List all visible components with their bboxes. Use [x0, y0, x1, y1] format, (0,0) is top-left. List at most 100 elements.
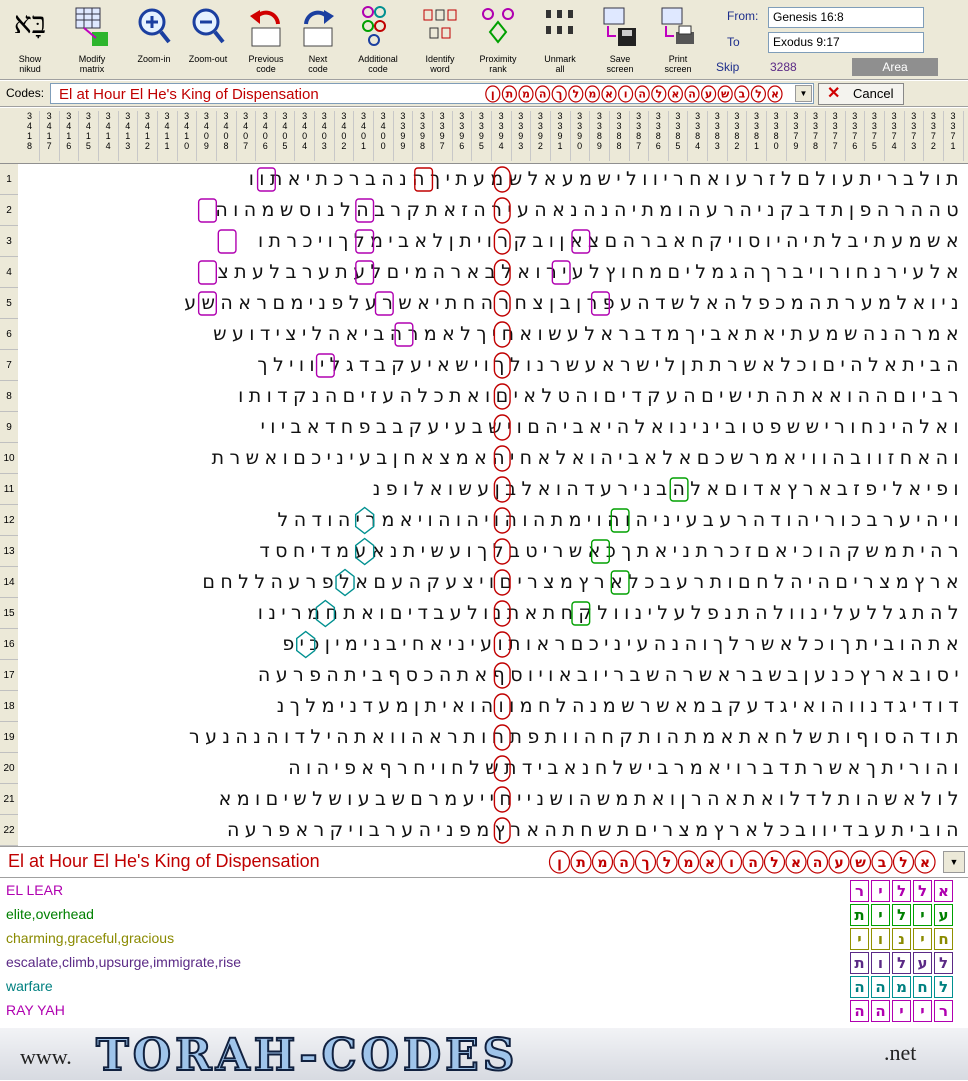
column-number: 3 4 0 4: [295, 111, 316, 161]
cancel-label: Cancel: [853, 86, 894, 101]
column-number: 3 3 8 0: [767, 111, 787, 161]
code-letter: מ: [522, 88, 530, 101]
legend-letter: ת: [850, 952, 869, 974]
code-letter: ה: [688, 88, 696, 101]
legend-letter: א: [934, 880, 953, 902]
legend-letter: ל: [934, 976, 953, 998]
additional-code-button[interactable]: Additional code: [350, 2, 406, 78]
column-number: 3 3 8 9: [590, 111, 610, 161]
legend-letter: ו: [871, 952, 890, 974]
term-letter-marker: [610, 508, 630, 533]
column-number: 3 4 1 4: [99, 111, 119, 161]
code-letter: ך: [556, 88, 562, 101]
term-letter-marker: [354, 537, 375, 566]
term-letter-marker: [217, 229, 237, 254]
column-number: 3 3 8 3: [708, 111, 728, 161]
letter-matrix: 1 תולבריתעולםלזרעואחריוולישמעאלשמעתיךהנהב…: [0, 164, 968, 846]
print-screen-button[interactable]: Print screen: [650, 2, 706, 78]
banner-net: .net: [884, 1040, 917, 1065]
legend-term[interactable]: EL LEAR: [6, 882, 63, 898]
area-button[interactable]: Area: [852, 58, 938, 76]
code-letter: מ: [597, 855, 607, 871]
zoom-in-button[interactable]: Zoom-in: [126, 2, 182, 78]
save-screen-button[interactable]: Save screen: [592, 2, 648, 78]
identify-word-button[interactable]: Identify word: [412, 2, 468, 78]
legend-letter: ר: [934, 1000, 953, 1022]
from-field[interactable]: Genesis 16:8: [768, 7, 924, 28]
code-letter: מ: [683, 855, 693, 871]
code-letter: ה: [539, 88, 547, 101]
column-number: 3 4 0 9: [197, 111, 217, 161]
legend-term[interactable]: elite,overhead: [6, 906, 94, 922]
close-icon: ✕: [827, 85, 841, 102]
term-letter-marker: [610, 570, 630, 595]
column-number: 3 3 8 2: [727, 111, 748, 161]
term-letter-marker: [354, 506, 375, 535]
code-letter: ב: [878, 855, 887, 871]
column-number: 3 3 9 0: [570, 111, 591, 161]
code-letter-marker: [493, 507, 511, 534]
code-letter: א: [920, 855, 930, 871]
code-letter: ל: [663, 855, 671, 871]
previous-code-button[interactable]: Previous code: [238, 2, 294, 78]
code-letter: ש: [721, 88, 730, 101]
chevron-down-icon[interactable]: ▼: [943, 851, 965, 873]
legend-hebrew-word: לחמהה: [848, 976, 953, 998]
column-number: 3 3 9 8: [413, 111, 433, 161]
column-number: 3 3 7 3: [904, 111, 925, 161]
column-number: 3 4 1 5: [79, 111, 99, 161]
column-number: 3 3 7 6: [845, 111, 866, 161]
code-letter: ה: [638, 88, 646, 101]
column-number: 3 3 8 6: [649, 111, 669, 161]
proximity-rank-label: Proximity rank: [479, 54, 517, 74]
cancel-button[interactable]: ✕ Cancel: [818, 83, 904, 105]
code-letter-marker: [493, 755, 511, 782]
show-nikud-button[interactable]: בָּא Show nikud: [2, 2, 58, 78]
legend-letter: ו: [871, 928, 890, 950]
zoom-out-icon: [192, 8, 225, 44]
term-letter-marker: [669, 477, 689, 502]
next-arrow-icon: [303, 10, 334, 47]
code-letter: ת: [506, 88, 514, 101]
column-number: 3 3 9 3: [511, 111, 532, 161]
column-header: 3 4 1 83 4 1 73 4 1 63 4 1 53 4 1 43 4 1…: [0, 108, 968, 164]
codes-dropdown[interactable]: El at Hour El He's King of Dispensation …: [50, 83, 814, 104]
zoom-out-label: Zoom-out: [188, 54, 228, 64]
legend-term[interactable]: RAY YAH: [6, 1002, 65, 1018]
column-number: 3 4 1 0: [177, 111, 198, 161]
chevron-down-icon[interactable]: ▼: [795, 85, 812, 102]
zoom-out-button[interactable]: Zoom-out: [180, 2, 236, 78]
legend-hebrew-word: חינוי: [848, 928, 953, 950]
modify-matrix-button[interactable]: Modify matrix: [64, 2, 120, 78]
next-code-button[interactable]: Next code: [290, 2, 346, 78]
legend-term[interactable]: escalate,climb,upsurge,immigrate,rise: [6, 954, 241, 970]
code-letter: א: [605, 88, 613, 101]
column-number: 3 3 8 1: [747, 111, 768, 161]
column-number: 3 4 0 6: [256, 111, 276, 161]
skip-value: 3288: [770, 60, 797, 74]
column-number: 3 4 1 2: [138, 111, 158, 161]
column-number: 3 3 7 5: [865, 111, 885, 161]
column-number: 3 3 7 7: [826, 111, 846, 161]
column-number: 3 3 7 4: [885, 111, 905, 161]
code-letter-marker: [493, 166, 511, 193]
legend-letter: ל: [892, 904, 911, 926]
legend-term[interactable]: warfare: [6, 978, 53, 994]
floppy-disk-icon: [603, 7, 636, 46]
legend-letter: ל: [892, 880, 911, 902]
previous-code-label: Previous code: [248, 54, 284, 74]
proximity-rank-button[interactable]: Proximity rank: [470, 2, 526, 78]
code-letter: ן: [557, 855, 562, 871]
unmark-all-button[interactable]: Unmark all: [532, 2, 588, 78]
term-letter-marker: [551, 260, 571, 285]
code-letter-marker: [493, 290, 511, 317]
code-letter-marker: [493, 259, 511, 286]
hebrew-nikud-icon: בָּא: [13, 6, 47, 41]
legend-term[interactable]: charming,graceful,gracious: [6, 930, 174, 946]
column-number: 3 4 1 3: [118, 111, 139, 161]
legend-letter: ע: [913, 952, 932, 974]
column-number: 3 3 7 8: [806, 111, 826, 161]
to-field[interactable]: Exodus 9:17: [768, 32, 924, 53]
term-letter-marker: [355, 229, 375, 254]
column-number: 3 4 0 3: [315, 111, 335, 161]
